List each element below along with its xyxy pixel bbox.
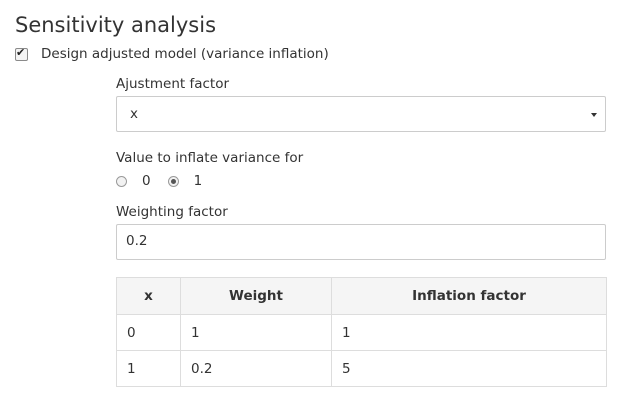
radio-label-0: 0: [142, 173, 151, 189]
radio-dot-icon: [170, 178, 176, 184]
design-adjusted-checkbox-row[interactable]: ✔ Design adjusted model (variance inflat…: [15, 44, 329, 64]
caret-down-icon: [591, 113, 597, 117]
table-cell: 0: [116, 314, 181, 351]
table-cell: 0.2: [180, 350, 332, 387]
inflation-table: x Weight Inflation factor 0 1 1 1 0.2 5: [116, 277, 607, 387]
table-cell: 1: [180, 314, 332, 351]
table-cell: 1: [116, 350, 181, 387]
table-row: 1 0.2 5: [116, 350, 607, 387]
inflate-value-label: Value to inflate variance for: [116, 150, 304, 166]
radio-option-1[interactable]: 1: [167, 173, 203, 189]
radio-option-0[interactable]: 0: [116, 173, 151, 189]
design-adjusted-checkbox[interactable]: ✔: [15, 45, 28, 61]
adjustment-factor-value: x: [130, 106, 138, 122]
check-icon: ✔: [16, 45, 26, 59]
adjustment-factor-select[interactable]: x: [116, 96, 606, 132]
table-row: 0 1 1: [116, 314, 607, 351]
design-adjusted-label: Design adjusted model (variance inflatio…: [41, 46, 329, 62]
table-cell: 5: [331, 350, 607, 387]
weighting-factor-field[interactable]: [116, 224, 606, 260]
column-header-x[interactable]: x: [116, 277, 181, 315]
inflate-value-radio-group: 0 1: [116, 172, 219, 190]
weighting-factor-label: Weighting factor: [116, 204, 228, 220]
table-header-row: x Weight Inflation factor: [116, 277, 607, 315]
radio-button-0[interactable]: [116, 175, 127, 187]
section-title: Sensitivity analysis: [15, 13, 217, 37]
column-header-weight[interactable]: Weight: [180, 277, 332, 315]
radio-label-1: 1: [193, 173, 203, 189]
weighting-factor-input[interactable]: [126, 233, 586, 249]
column-header-inflation-factor[interactable]: Inflation factor: [331, 277, 607, 315]
adjustment-factor-label: Ajustment factor: [116, 76, 230, 92]
radio-button-1[interactable]: [167, 175, 179, 187]
table-cell: 1: [331, 314, 607, 351]
